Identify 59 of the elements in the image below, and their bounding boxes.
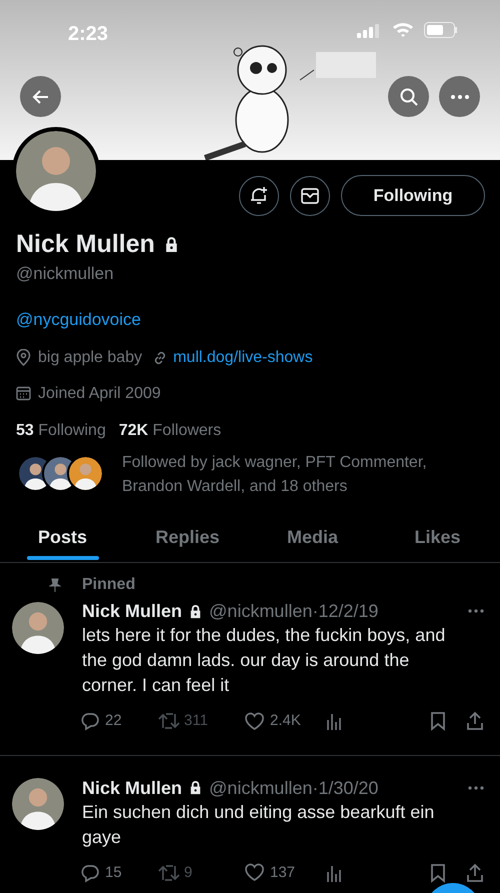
post-more-icon	[468, 609, 484, 613]
calendar-icon	[16, 386, 31, 401]
profile-name: Nick Mullen	[16, 229, 155, 260]
share-icon[interactable]	[466, 711, 484, 732]
repost-button[interactable]: 9	[158, 862, 244, 884]
repost-icon	[158, 864, 180, 882]
heart-icon	[244, 712, 265, 731]
reply-bubble-icon	[80, 711, 100, 732]
bio-link[interactable]: @nycguidovoice	[16, 310, 141, 328]
post-avatar-figure-icon	[12, 602, 64, 654]
status-time: 2:23	[68, 22, 108, 47]
profile-tab[interactable]: Posts	[0, 513, 125, 562]
profile-tab[interactable]: Media	[250, 513, 375, 562]
repost-button[interactable]: 311	[158, 710, 244, 732]
following-count-link[interactable]: 53 Following	[16, 418, 106, 442]
bookmark-icon[interactable]	[430, 862, 446, 883]
share-icon[interactable]	[466, 862, 484, 883]
wifi-icon	[392, 22, 414, 38]
battery-icon	[424, 22, 458, 38]
profile-tab[interactable]: Likes	[375, 513, 500, 562]
reply-button[interactable]: 22	[80, 710, 158, 732]
search-icon	[398, 86, 418, 106]
post-more-icon	[468, 786, 484, 790]
post-text: Ein suchen dich und eiting asse bearkuft ein gaye	[82, 800, 436, 849]
post-handle-date: @nickmullen·1/30/20	[209, 776, 378, 800]
profile-tab[interactable]: Replies	[125, 513, 250, 562]
following-button[interactable]: Following	[341, 175, 485, 216]
location-pin-icon	[16, 349, 31, 366]
joined-date: Joined April 2009	[38, 384, 161, 404]
post-text: lets here it for the dudes, the fuckin boys, and the god damn lads. our day is around the corner. I can feel it	[82, 624, 446, 697]
views-chart-icon	[326, 712, 342, 730]
website-link[interactable]: mull.dog/live-shows	[173, 346, 313, 370]
like-button[interactable]: 137	[244, 862, 326, 884]
post-author-name: Nick Mullen	[82, 600, 182, 623]
back-arrow-icon	[32, 88, 50, 106]
notification-button[interactable]	[239, 176, 279, 216]
bell-plus-icon	[249, 186, 269, 206]
followed-by-text: Followed by jack wagner, PFT Commenter, Brandon Wardell, and 18 others	[122, 453, 428, 497]
more-icon	[450, 94, 468, 98]
post-avatar[interactable]	[12, 778, 64, 830]
followers-count-link[interactable]: 72K Followers	[118, 418, 222, 442]
mail-icon	[301, 188, 319, 204]
reply-button[interactable]: 15	[80, 862, 158, 884]
reply-bubble-icon	[80, 862, 100, 883]
bookmark-icon[interactable]	[430, 711, 446, 732]
heart-icon	[244, 863, 265, 882]
signal-icon	[357, 24, 379, 38]
post-author-name: Nick Mullen	[82, 776, 182, 800]
profile-handle: @nickmullen	[16, 263, 115, 285]
like-button[interactable]: 2.4K	[244, 710, 326, 732]
post-avatar-figure-icon	[12, 778, 64, 830]
post-avatar[interactable]	[12, 602, 64, 654]
repost-icon	[158, 712, 180, 730]
pinned-label: Pinned	[82, 575, 136, 595]
avatar-figure-icon	[16, 131, 96, 211]
location-text: big apple baby	[38, 348, 142, 368]
message-button[interactable]	[290, 176, 330, 216]
views-chart-icon	[326, 864, 342, 882]
post-handle-date: @nickmullen·12/2/19	[209, 600, 378, 623]
